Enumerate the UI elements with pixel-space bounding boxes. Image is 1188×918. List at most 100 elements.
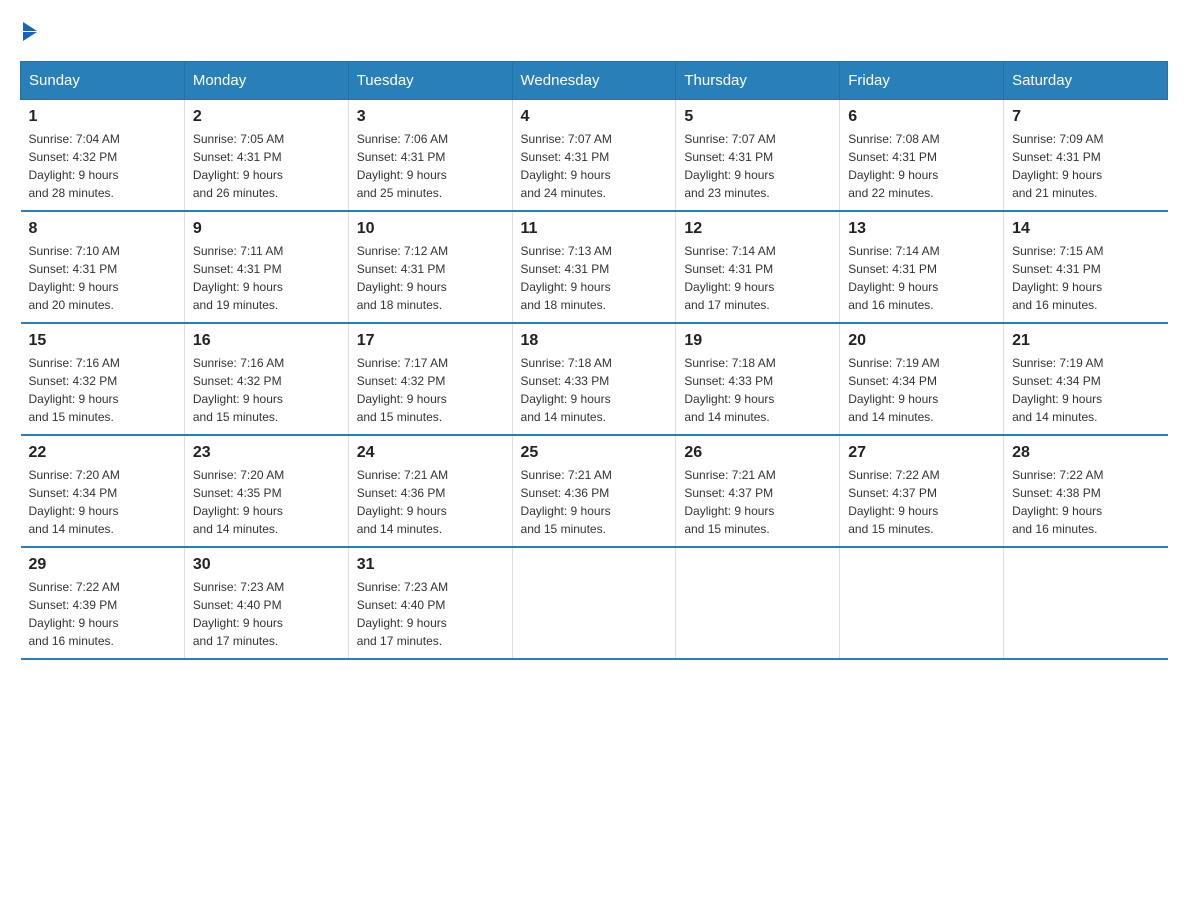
calendar-cell: 22 Sunrise: 7:20 AM Sunset: 4:34 PM Dayl…	[21, 435, 185, 547]
calendar-cell: 5 Sunrise: 7:07 AM Sunset: 4:31 PM Dayli…	[676, 100, 840, 212]
day-number: 12	[684, 220, 831, 238]
calendar-cell: 8 Sunrise: 7:10 AM Sunset: 4:31 PM Dayli…	[21, 211, 185, 323]
calendar-cell: 29 Sunrise: 7:22 AM Sunset: 4:39 PM Dayl…	[21, 547, 185, 659]
day-number: 27	[848, 444, 995, 462]
calendar-week-3: 15 Sunrise: 7:16 AM Sunset: 4:32 PM Dayl…	[21, 323, 1168, 435]
calendar-cell	[512, 547, 676, 659]
calendar-cell: 18 Sunrise: 7:18 AM Sunset: 4:33 PM Dayl…	[512, 323, 676, 435]
page-header	[20, 20, 1168, 41]
day-info: Sunrise: 7:21 AM Sunset: 4:36 PM Dayligh…	[357, 466, 504, 538]
calendar-cell: 23 Sunrise: 7:20 AM Sunset: 4:35 PM Dayl…	[184, 435, 348, 547]
day-header-saturday: Saturday	[1004, 62, 1168, 100]
calendar-cell: 31 Sunrise: 7:23 AM Sunset: 4:40 PM Dayl…	[348, 547, 512, 659]
calendar-cell	[676, 547, 840, 659]
day-number: 1	[29, 108, 176, 126]
day-info: Sunrise: 7:21 AM Sunset: 4:37 PM Dayligh…	[684, 466, 831, 538]
day-header-sunday: Sunday	[21, 62, 185, 100]
day-info: Sunrise: 7:11 AM Sunset: 4:31 PM Dayligh…	[193, 242, 340, 314]
day-number: 16	[193, 332, 340, 350]
day-info: Sunrise: 7:22 AM Sunset: 4:37 PM Dayligh…	[848, 466, 995, 538]
day-number: 10	[357, 220, 504, 238]
day-info: Sunrise: 7:22 AM Sunset: 4:39 PM Dayligh…	[29, 578, 176, 650]
day-info: Sunrise: 7:23 AM Sunset: 4:40 PM Dayligh…	[357, 578, 504, 650]
calendar-cell: 25 Sunrise: 7:21 AM Sunset: 4:36 PM Dayl…	[512, 435, 676, 547]
calendar-cell: 13 Sunrise: 7:14 AM Sunset: 4:31 PM Dayl…	[840, 211, 1004, 323]
calendar-cell: 11 Sunrise: 7:13 AM Sunset: 4:31 PM Dayl…	[512, 211, 676, 323]
calendar-cell: 20 Sunrise: 7:19 AM Sunset: 4:34 PM Dayl…	[840, 323, 1004, 435]
calendar-cell: 15 Sunrise: 7:16 AM Sunset: 4:32 PM Dayl…	[21, 323, 185, 435]
calendar-cell: 2 Sunrise: 7:05 AM Sunset: 4:31 PM Dayli…	[184, 100, 348, 212]
day-info: Sunrise: 7:14 AM Sunset: 4:31 PM Dayligh…	[848, 242, 995, 314]
calendar-cell: 9 Sunrise: 7:11 AM Sunset: 4:31 PM Dayli…	[184, 211, 348, 323]
calendar-week-1: 1 Sunrise: 7:04 AM Sunset: 4:32 PM Dayli…	[21, 100, 1168, 212]
day-info: Sunrise: 7:14 AM Sunset: 4:31 PM Dayligh…	[684, 242, 831, 314]
day-number: 18	[521, 332, 668, 350]
calendar-table: SundayMondayTuesdayWednesdayThursdayFrid…	[20, 61, 1168, 660]
day-number: 11	[521, 220, 668, 238]
day-number: 6	[848, 108, 995, 126]
day-number: 25	[521, 444, 668, 462]
calendar-cell: 7 Sunrise: 7:09 AM Sunset: 4:31 PM Dayli…	[1004, 100, 1168, 212]
calendar-cell	[840, 547, 1004, 659]
day-info: Sunrise: 7:23 AM Sunset: 4:40 PM Dayligh…	[193, 578, 340, 650]
day-info: Sunrise: 7:07 AM Sunset: 4:31 PM Dayligh…	[521, 130, 668, 202]
calendar-cell: 10 Sunrise: 7:12 AM Sunset: 4:31 PM Dayl…	[348, 211, 512, 323]
day-number: 4	[521, 108, 668, 126]
calendar-cell: 3 Sunrise: 7:06 AM Sunset: 4:31 PM Dayli…	[348, 100, 512, 212]
calendar-cell: 1 Sunrise: 7:04 AM Sunset: 4:32 PM Dayli…	[21, 100, 185, 212]
day-info: Sunrise: 7:13 AM Sunset: 4:31 PM Dayligh…	[521, 242, 668, 314]
calendar-cell: 6 Sunrise: 7:08 AM Sunset: 4:31 PM Dayli…	[840, 100, 1004, 212]
calendar-cell: 4 Sunrise: 7:07 AM Sunset: 4:31 PM Dayli…	[512, 100, 676, 212]
calendar-cell: 30 Sunrise: 7:23 AM Sunset: 4:40 PM Dayl…	[184, 547, 348, 659]
day-info: Sunrise: 7:20 AM Sunset: 4:34 PM Dayligh…	[29, 466, 176, 538]
day-number: 2	[193, 108, 340, 126]
day-number: 15	[29, 332, 176, 350]
day-header-thursday: Thursday	[676, 62, 840, 100]
day-info: Sunrise: 7:20 AM Sunset: 4:35 PM Dayligh…	[193, 466, 340, 538]
calendar-cell: 19 Sunrise: 7:18 AM Sunset: 4:33 PM Dayl…	[676, 323, 840, 435]
day-number: 22	[29, 444, 176, 462]
day-number: 19	[684, 332, 831, 350]
day-info: Sunrise: 7:12 AM Sunset: 4:31 PM Dayligh…	[357, 242, 504, 314]
calendar-header-row: SundayMondayTuesdayWednesdayThursdayFrid…	[21, 62, 1168, 100]
day-number: 9	[193, 220, 340, 238]
calendar-cell: 26 Sunrise: 7:21 AM Sunset: 4:37 PM Dayl…	[676, 435, 840, 547]
day-number: 30	[193, 556, 340, 574]
day-number: 21	[1012, 332, 1159, 350]
calendar-cell: 17 Sunrise: 7:17 AM Sunset: 4:32 PM Dayl…	[348, 323, 512, 435]
day-info: Sunrise: 7:18 AM Sunset: 4:33 PM Dayligh…	[684, 354, 831, 426]
calendar-week-2: 8 Sunrise: 7:10 AM Sunset: 4:31 PM Dayli…	[21, 211, 1168, 323]
day-info: Sunrise: 7:07 AM Sunset: 4:31 PM Dayligh…	[684, 130, 831, 202]
day-number: 13	[848, 220, 995, 238]
day-number: 14	[1012, 220, 1159, 238]
calendar-cell: 24 Sunrise: 7:21 AM Sunset: 4:36 PM Dayl…	[348, 435, 512, 547]
calendar-cell: 16 Sunrise: 7:16 AM Sunset: 4:32 PM Dayl…	[184, 323, 348, 435]
day-info: Sunrise: 7:09 AM Sunset: 4:31 PM Dayligh…	[1012, 130, 1159, 202]
day-header-wednesday: Wednesday	[512, 62, 676, 100]
day-number: 20	[848, 332, 995, 350]
day-info: Sunrise: 7:10 AM Sunset: 4:31 PM Dayligh…	[29, 242, 176, 314]
calendar-cell: 27 Sunrise: 7:22 AM Sunset: 4:37 PM Dayl…	[840, 435, 1004, 547]
day-info: Sunrise: 7:15 AM Sunset: 4:31 PM Dayligh…	[1012, 242, 1159, 314]
day-info: Sunrise: 7:22 AM Sunset: 4:38 PM Dayligh…	[1012, 466, 1159, 538]
calendar-cell	[1004, 547, 1168, 659]
day-number: 31	[357, 556, 504, 574]
day-number: 17	[357, 332, 504, 350]
day-number: 7	[1012, 108, 1159, 126]
day-info: Sunrise: 7:16 AM Sunset: 4:32 PM Dayligh…	[193, 354, 340, 426]
day-header-monday: Monday	[184, 62, 348, 100]
day-info: Sunrise: 7:16 AM Sunset: 4:32 PM Dayligh…	[29, 354, 176, 426]
calendar-cell: 28 Sunrise: 7:22 AM Sunset: 4:38 PM Dayl…	[1004, 435, 1168, 547]
day-info: Sunrise: 7:19 AM Sunset: 4:34 PM Dayligh…	[1012, 354, 1159, 426]
day-info: Sunrise: 7:21 AM Sunset: 4:36 PM Dayligh…	[521, 466, 668, 538]
day-info: Sunrise: 7:18 AM Sunset: 4:33 PM Dayligh…	[521, 354, 668, 426]
calendar-cell: 14 Sunrise: 7:15 AM Sunset: 4:31 PM Dayl…	[1004, 211, 1168, 323]
day-info: Sunrise: 7:05 AM Sunset: 4:31 PM Dayligh…	[193, 130, 340, 202]
day-info: Sunrise: 7:08 AM Sunset: 4:31 PM Dayligh…	[848, 130, 995, 202]
day-header-tuesday: Tuesday	[348, 62, 512, 100]
day-info: Sunrise: 7:19 AM Sunset: 4:34 PM Dayligh…	[848, 354, 995, 426]
day-info: Sunrise: 7:06 AM Sunset: 4:31 PM Dayligh…	[357, 130, 504, 202]
day-info: Sunrise: 7:17 AM Sunset: 4:32 PM Dayligh…	[357, 354, 504, 426]
day-number: 8	[29, 220, 176, 238]
day-header-friday: Friday	[840, 62, 1004, 100]
